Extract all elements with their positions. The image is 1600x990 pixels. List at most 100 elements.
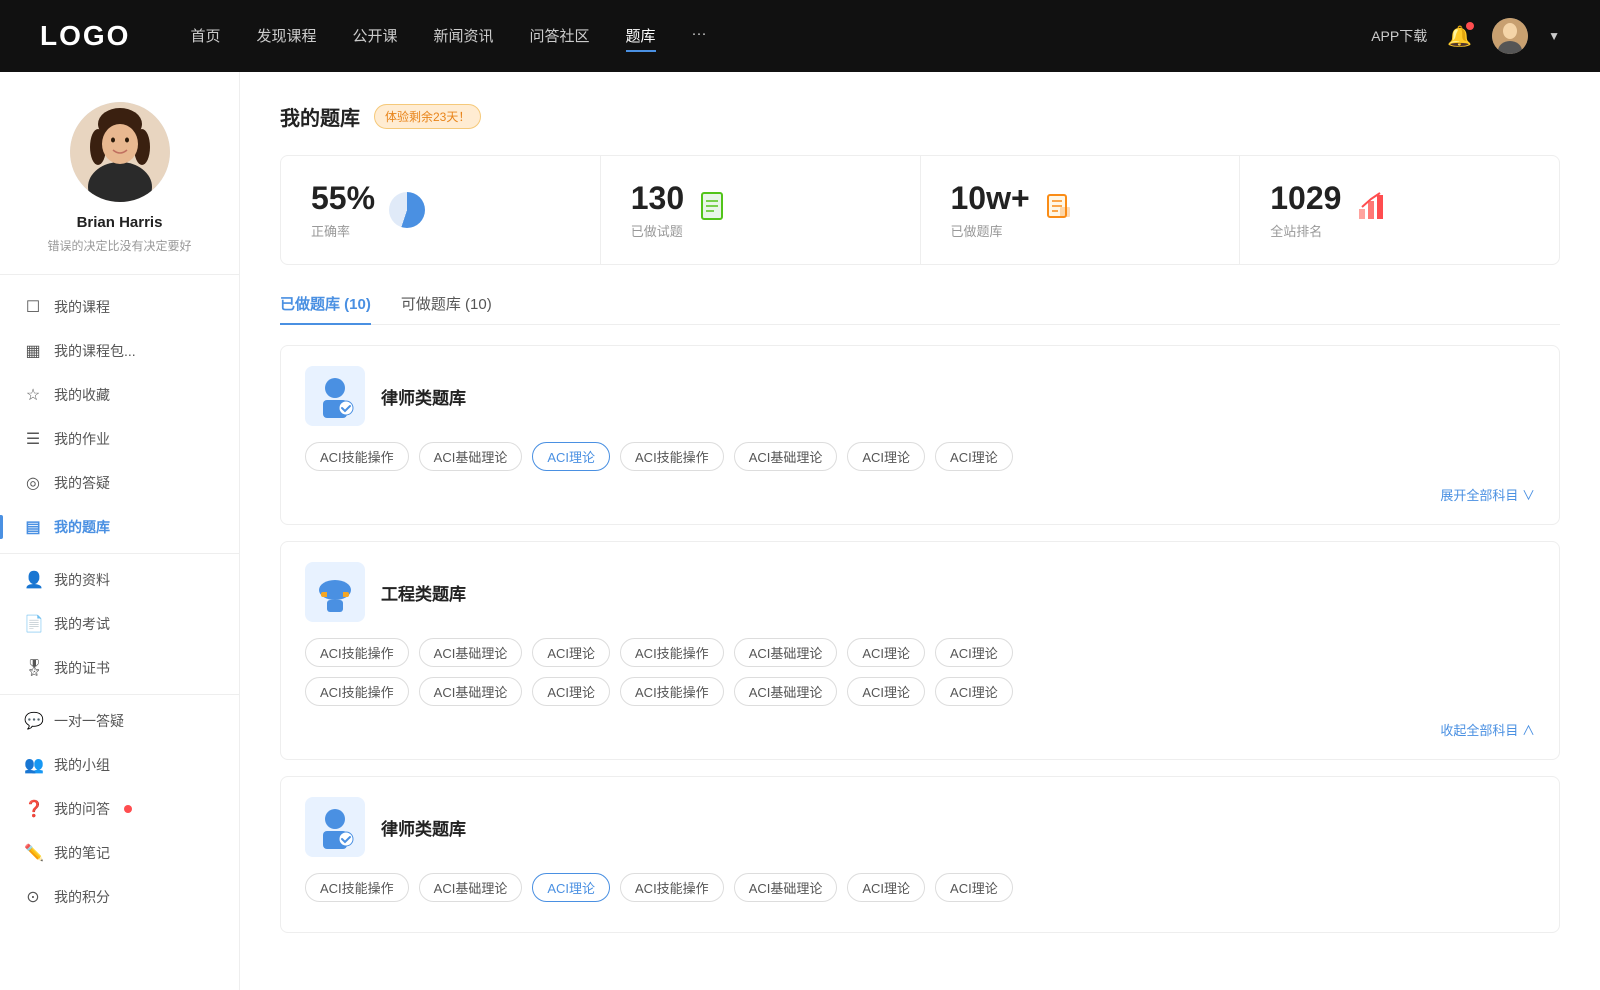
subject-title-lawyer-2: 律师类题库 [381, 815, 466, 840]
sidebar-item-label: 我的资料 [54, 570, 110, 590]
profile-section: Brian Harris 错误的决定比没有决定要好 [0, 92, 239, 275]
tag-aci-basic-2[interactable]: ACI基础理论 [734, 442, 838, 471]
navbar: LOGO 首页 发现课程 公开课 新闻资讯 问答社区 题库 ··· APP下载 … [0, 0, 1600, 72]
tab-available-banks[interactable]: 可做题库 (10) [401, 293, 492, 324]
course-package-icon: ▦ [24, 341, 42, 361]
expand-link-lawyer-1[interactable]: 展开全部科目 ∨ [305, 481, 1535, 504]
sidebar-item-label: 我的问答 [54, 799, 110, 819]
tag-eng-skill-1[interactable]: ACI技能操作 [305, 638, 409, 667]
avatar[interactable] [1492, 18, 1528, 54]
sidebar-item-homework[interactable]: ☰ 我的作业 [0, 417, 239, 461]
nav-open-course[interactable]: 公开课 [352, 21, 397, 52]
sidebar-item-certificate[interactable]: 🎖 我的证书 [0, 646, 239, 690]
sidebar-item-group[interactable]: 👥 我的小组 [0, 743, 239, 787]
nav-more[interactable]: ··· [692, 21, 707, 52]
app-download-button[interactable]: APP下载 [1371, 26, 1427, 46]
nav-home[interactable]: 首页 [190, 21, 220, 52]
nav-news[interactable]: 新闻资讯 [434, 21, 494, 52]
sidebar-item-label: 我的收藏 [54, 385, 110, 405]
tag-law2-skill-2[interactable]: ACI技能操作 [620, 873, 724, 902]
subject-title-engineer: 工程类题库 [381, 580, 466, 605]
subject-header-lawyer-1: 律师类题库 [305, 366, 1535, 426]
stat-accuracy: 55% 正确率 [281, 156, 601, 264]
points-icon: ⊙ [24, 887, 42, 907]
sidebar-item-quiz-bank[interactable]: ▤ 我的题库 [0, 505, 239, 549]
sidebar-item-exam[interactable]: 📄 我的考试 [0, 602, 239, 646]
star-icon: ☆ [24, 385, 42, 405]
tag-eng-basic-2[interactable]: ACI基础理论 [734, 638, 838, 667]
sidebar-item-notes[interactable]: ✏️ 我的笔记 [0, 831, 239, 875]
tag-eng2-theory-3[interactable]: ACI理论 [935, 677, 1013, 706]
chat-icon: 💬 [24, 711, 42, 731]
sidebar-item-profile[interactable]: 👤 我的资料 [0, 558, 239, 602]
sidebar-item-my-course[interactable]: ☐ 我的课程 [0, 285, 239, 329]
tag-eng-theory-3[interactable]: ACI理论 [935, 638, 1013, 667]
tag-aci-skill-2[interactable]: ACI技能操作 [620, 442, 724, 471]
sidebar-item-label: 我的课程包... [54, 341, 136, 361]
sidebar-item-label: 我的课程 [54, 297, 110, 317]
nav-links: 首页 发现课程 公开课 新闻资讯 问答社区 题库 ··· [190, 21, 1371, 52]
tag-eng2-basic-2[interactable]: ACI基础理论 [734, 677, 838, 706]
sidebar-item-questions[interactable]: ◎ 我的答疑 [0, 461, 239, 505]
stat-done-banks-value: 10w+ [951, 180, 1030, 217]
tab-done-banks[interactable]: 已做题库 (10) [280, 293, 371, 324]
qa-dot-badge [124, 805, 132, 813]
sidebar-item-qa[interactable]: ❓ 我的问答 [0, 787, 239, 831]
notes-icon: ✏️ [24, 843, 42, 863]
sidebar-menu: ☐ 我的课程 ▦ 我的课程包... ☆ 我的收藏 ☰ 我的作业 ◎ 我的答疑 ▤… [0, 275, 239, 929]
tag-eng2-skill-1[interactable]: ACI技能操作 [305, 677, 409, 706]
tag-eng2-skill-2[interactable]: ACI技能操作 [620, 677, 724, 706]
sidebar-item-course-package[interactable]: ▦ 我的课程包... [0, 329, 239, 373]
tag-eng2-theory-1[interactable]: ACI理论 [532, 677, 610, 706]
tag-law2-skill-1[interactable]: ACI技能操作 [305, 873, 409, 902]
tag-aci-theory-active-1[interactable]: ACI理论 [532, 442, 610, 471]
nav-qa[interactable]: 问答社区 [530, 21, 590, 52]
notification-bell[interactable]: 🔔 [1447, 24, 1472, 49]
tag-eng2-theory-2[interactable]: ACI理论 [847, 677, 925, 706]
tag-law2-basic-1[interactable]: ACI基础理论 [419, 873, 523, 902]
group-icon: 👥 [24, 755, 42, 775]
sidebar-item-points[interactable]: ⊙ 我的积分 [0, 875, 239, 919]
sidebar: Brian Harris 错误的决定比没有决定要好 ☐ 我的课程 ▦ 我的课程包… [0, 72, 240, 990]
tag-law2-theory-2[interactable]: ACI理论 [847, 873, 925, 902]
stat-rank-value: 1029 [1270, 180, 1341, 217]
page-layout: Brian Harris 错误的决定比没有决定要好 ☐ 我的课程 ▦ 我的课程包… [0, 72, 1600, 990]
avatar-image [1492, 18, 1528, 54]
stat-done-questions-text: 130 已做试题 [631, 180, 684, 240]
stat-done-banks-label: 已做题库 [951, 221, 1030, 240]
user-menu-chevron-icon[interactable]: ▼ [1548, 29, 1560, 43]
nav-quiz[interactable]: 题库 [626, 21, 656, 52]
course-icon: ☐ [24, 297, 42, 317]
stats-row: 55% 正确率 130 已做试题 [280, 155, 1560, 265]
sidebar-item-favorites[interactable]: ☆ 我的收藏 [0, 373, 239, 417]
stat-accuracy-value: 55% [311, 180, 375, 217]
nav-discover[interactable]: 发现课程 [256, 21, 316, 52]
sidebar-divider-2 [0, 694, 239, 695]
tag-law2-basic-2[interactable]: ACI基础理论 [734, 873, 838, 902]
tag-eng-theory-2[interactable]: ACI理论 [847, 638, 925, 667]
stat-done-banks-text: 10w+ 已做题库 [951, 180, 1030, 240]
subject-header-lawyer-2: 律师类题库 [305, 797, 1535, 857]
tag-eng2-basic-1[interactable]: ACI基础理论 [419, 677, 523, 706]
stat-done-banks: 10w+ 已做题库 [921, 156, 1241, 264]
sidebar-item-label: 我的题库 [54, 517, 110, 537]
tag-eng-basic-1[interactable]: ACI基础理论 [419, 638, 523, 667]
profile-icon: 👤 [24, 570, 42, 590]
tag-eng-theory-1[interactable]: ACI理论 [532, 638, 610, 667]
page-title: 我的题库 [280, 102, 360, 131]
subject-header-engineer: 工程类题库 [305, 562, 1535, 622]
tag-aci-basic-1[interactable]: ACI基础理论 [419, 442, 523, 471]
tag-law2-theory-3[interactable]: ACI理论 [935, 873, 1013, 902]
rank-chart-icon [1355, 191, 1387, 230]
tag-eng-skill-2[interactable]: ACI技能操作 [620, 638, 724, 667]
sidebar-item-label: 我的作业 [54, 429, 110, 449]
tag-aci-theory-2[interactable]: ACI理论 [847, 442, 925, 471]
profile-motto: 错误的决定比没有决定要好 [20, 237, 219, 254]
tag-law2-theory-active[interactable]: ACI理论 [532, 873, 610, 902]
tag-aci-theory-3[interactable]: ACI理论 [935, 442, 1013, 471]
sidebar-item-label: 我的积分 [54, 887, 110, 907]
sidebar-item-tutoring[interactable]: 💬 一对一答疑 [0, 699, 239, 743]
collapse-link-engineer[interactable]: 收起全部科目 ∧ [305, 716, 1535, 739]
tag-aci-skill-1[interactable]: ACI技能操作 [305, 442, 409, 471]
page-header: 我的题库 体验剩余23天！ [280, 102, 1560, 131]
